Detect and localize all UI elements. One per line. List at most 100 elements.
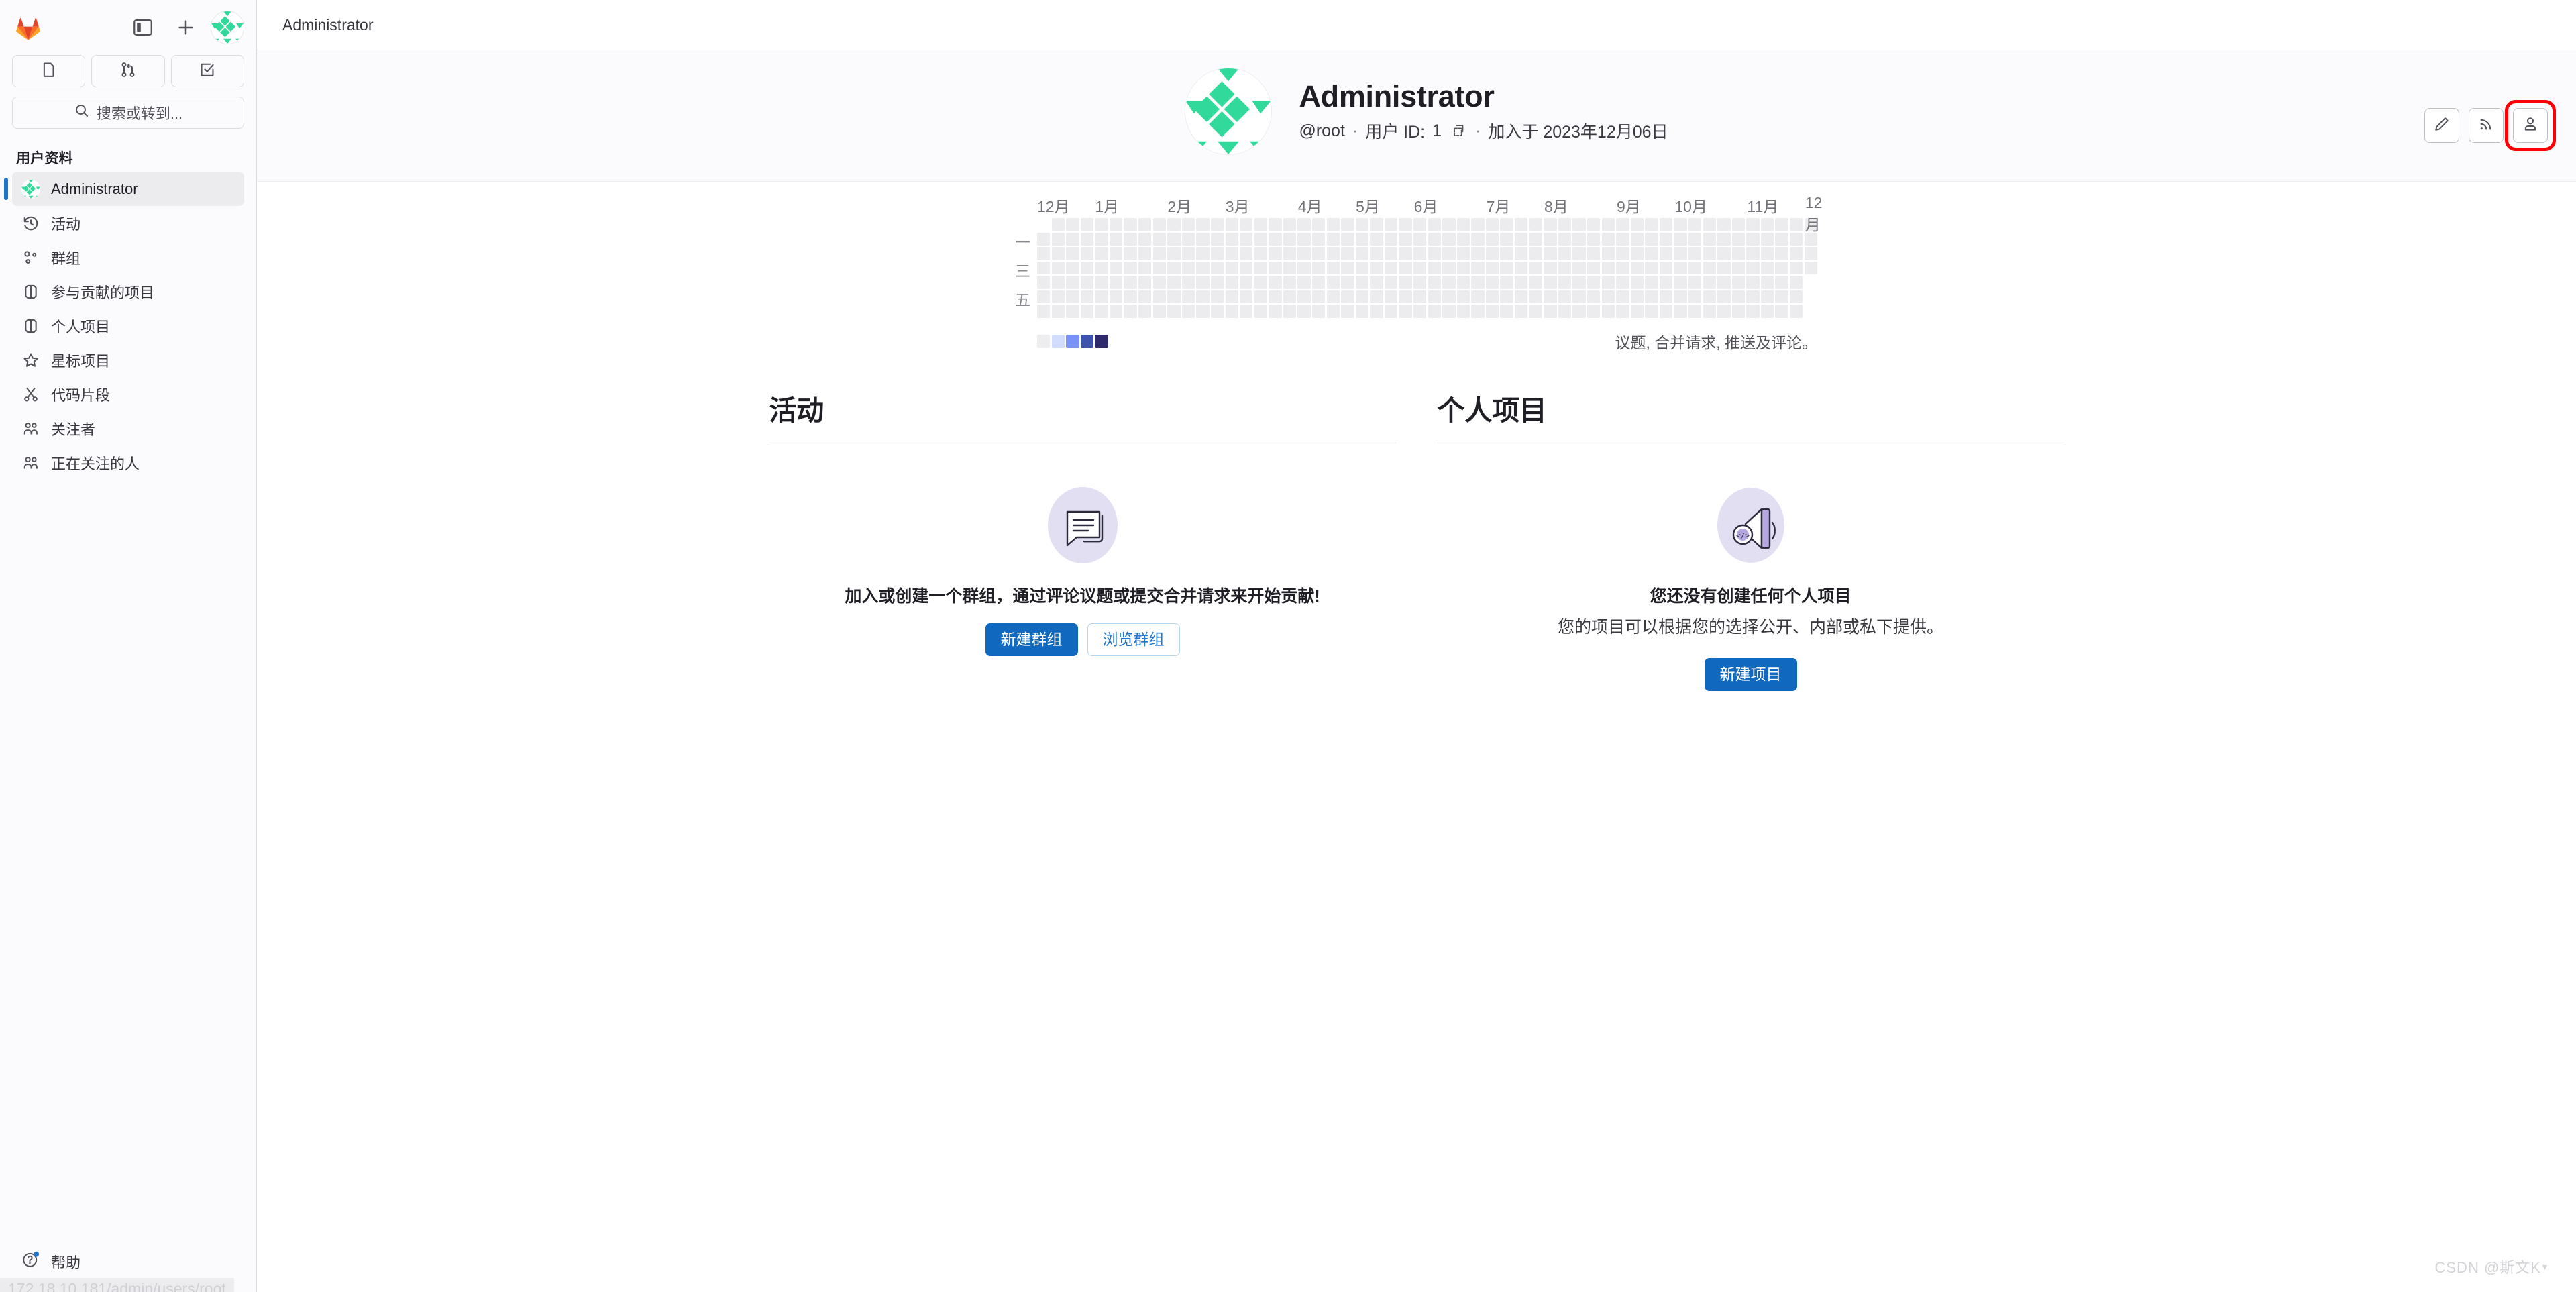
calendar-day-cell[interactable] (1355, 232, 1369, 246)
calendar-day-cell[interactable] (1080, 261, 1094, 275)
copy-icon[interactable] (1449, 121, 1468, 140)
calendar-day-cell[interactable] (1240, 261, 1253, 275)
calendar-day-cell[interactable] (1703, 290, 1716, 304)
calendar-day-cell[interactable] (1036, 261, 1051, 275)
calendar-day-cell[interactable] (1225, 218, 1238, 231)
calendar-day-cell[interactable] (1413, 305, 1427, 318)
calendar-day-cell[interactable] (1196, 218, 1210, 231)
calendar-day-cell[interactable] (1283, 232, 1297, 246)
calendar-day-cell[interactable] (1311, 276, 1326, 289)
calendar-day-cell[interactable] (1297, 247, 1311, 260)
calendar-day-cell[interactable] (1746, 218, 1760, 231)
calendar-day-cell[interactable] (1225, 276, 1238, 289)
calendar-day-cell[interactable] (1066, 232, 1079, 246)
calendar-day-cell[interactable] (1544, 305, 1557, 318)
calendar-day-cell[interactable] (1587, 276, 1601, 289)
calendar-day-cell[interactable] (1746, 276, 1760, 289)
calendar-day-cell[interactable] (1124, 261, 1137, 275)
calendar-day-cell[interactable] (1500, 276, 1513, 289)
sidebar-item-snippets[interactable]: 代码片段 (12, 377, 244, 411)
calendar-day-cell[interactable] (1731, 232, 1746, 246)
rss-feed-button[interactable] (2469, 108, 2504, 143)
calendar-day-cell[interactable] (1601, 232, 1615, 246)
browse-groups-button[interactable]: 浏览群组 (1087, 623, 1180, 657)
calendar-day-cell[interactable] (1601, 305, 1615, 318)
calendar-day-cell[interactable] (1196, 232, 1210, 246)
calendar-day-cell[interactable] (1775, 290, 1788, 304)
calendar-day-cell[interactable] (1500, 247, 1513, 260)
calendar-day-cell[interactable] (1196, 261, 1210, 275)
calendar-day-cell[interactable] (1210, 290, 1224, 304)
calendar-day-cell[interactable] (1066, 218, 1079, 231)
calendar-day-cell[interactable] (1760, 261, 1774, 275)
calendar-day-cell[interactable] (1384, 247, 1398, 260)
calendar-day-cell[interactable] (1413, 232, 1427, 246)
calendar-day-cell[interactable] (1587, 218, 1601, 231)
calendar-day-cell[interactable] (1109, 290, 1123, 304)
gitlab-logo-icon[interactable] (12, 11, 44, 44)
calendar-day-cell[interactable] (1442, 261, 1456, 275)
calendar-day-cell[interactable] (1544, 261, 1557, 275)
calendar-day-cell[interactable] (1181, 261, 1195, 275)
calendar-day-cell[interactable] (1601, 218, 1615, 231)
calendar-day-cell[interactable] (1746, 247, 1760, 260)
calendar-day-cell[interactable] (1485, 247, 1499, 260)
calendar-day-cell[interactable] (1384, 261, 1398, 275)
sidebar-item-activity[interactable]: 活动 (12, 206, 244, 240)
calendar-day-cell[interactable] (1674, 305, 1687, 318)
calendar-day-cell[interactable] (1645, 218, 1658, 231)
calendar-day-cell[interactable] (1630, 261, 1644, 275)
calendar-day-cell[interactable] (1790, 276, 1803, 289)
calendar-day-cell[interactable] (1297, 261, 1311, 275)
calendar-day-cell[interactable] (1529, 218, 1543, 231)
calendar-day-cell[interactable] (1717, 290, 1731, 304)
calendar-day-cell[interactable] (1616, 218, 1629, 231)
calendar-day-cell[interactable] (1355, 247, 1369, 260)
calendar-day-cell[interactable] (1544, 247, 1557, 260)
calendar-day-cell[interactable] (1572, 305, 1586, 318)
calendar-day-cell[interactable] (1731, 305, 1746, 318)
calendar-day-cell[interactable] (1095, 232, 1108, 246)
calendar-day-cell[interactable] (1485, 276, 1499, 289)
calendar-day-cell[interactable] (1095, 247, 1108, 260)
calendar-day-cell[interactable] (1572, 261, 1586, 275)
calendar-day-cell[interactable] (1283, 305, 1297, 318)
calendar-day-cell[interactable] (1240, 276, 1253, 289)
calendar-day-cell[interactable] (1181, 232, 1195, 246)
calendar-day-cell[interactable] (1124, 232, 1137, 246)
calendar-day-cell[interactable] (1500, 261, 1513, 275)
calendar-day-cell[interactable] (1717, 305, 1731, 318)
calendar-day-cell[interactable] (1601, 290, 1615, 304)
calendar-day-cell[interactable] (1456, 247, 1470, 260)
calendar-day-cell[interactable] (1109, 305, 1123, 318)
sidebar-item-contributed-projects[interactable]: 参与贡献的项目 (12, 274, 244, 309)
sidebar-item-personal-projects[interactable]: 个人项目 (12, 309, 244, 343)
calendar-day-cell[interactable] (1311, 218, 1326, 231)
calendar-day-cell[interactable] (1442, 232, 1456, 246)
calendar-day-cell[interactable] (1355, 276, 1369, 289)
calendar-day-cell[interactable] (1152, 290, 1166, 304)
calendar-day-cell[interactable] (1341, 261, 1354, 275)
calendar-day-cell[interactable] (1311, 261, 1326, 275)
calendar-day-cell[interactable] (1152, 247, 1166, 260)
calendar-day-cell[interactable] (1240, 232, 1253, 246)
calendar-day-cell[interactable] (1688, 232, 1702, 246)
calendar-day-cell[interactable] (1269, 247, 1282, 260)
calendar-day-cell[interactable] (1731, 276, 1746, 289)
calendar-day-cell[interactable] (1485, 305, 1499, 318)
calendar-day-cell[interactable] (1515, 305, 1528, 318)
calendar-day-cell[interactable] (1384, 290, 1398, 304)
calendar-day-cell[interactable] (1587, 290, 1601, 304)
calendar-day-cell[interactable] (1138, 218, 1152, 231)
calendar-day-cell[interactable] (1240, 247, 1253, 260)
calendar-day-cell[interactable] (1138, 261, 1152, 275)
sidebar-todos-button[interactable] (170, 55, 244, 87)
calendar-day-cell[interactable] (1152, 232, 1166, 246)
sidebar-item-groups[interactable]: 群组 (12, 240, 244, 274)
calendar-day-cell[interactable] (1240, 218, 1253, 231)
calendar-day-cell[interactable] (1066, 276, 1079, 289)
calendar-day-cell[interactable] (1341, 276, 1354, 289)
calendar-day-cell[interactable] (1066, 305, 1079, 318)
calendar-day-cell[interactable] (1051, 232, 1065, 246)
calendar-day-cell[interactable] (1529, 305, 1543, 318)
